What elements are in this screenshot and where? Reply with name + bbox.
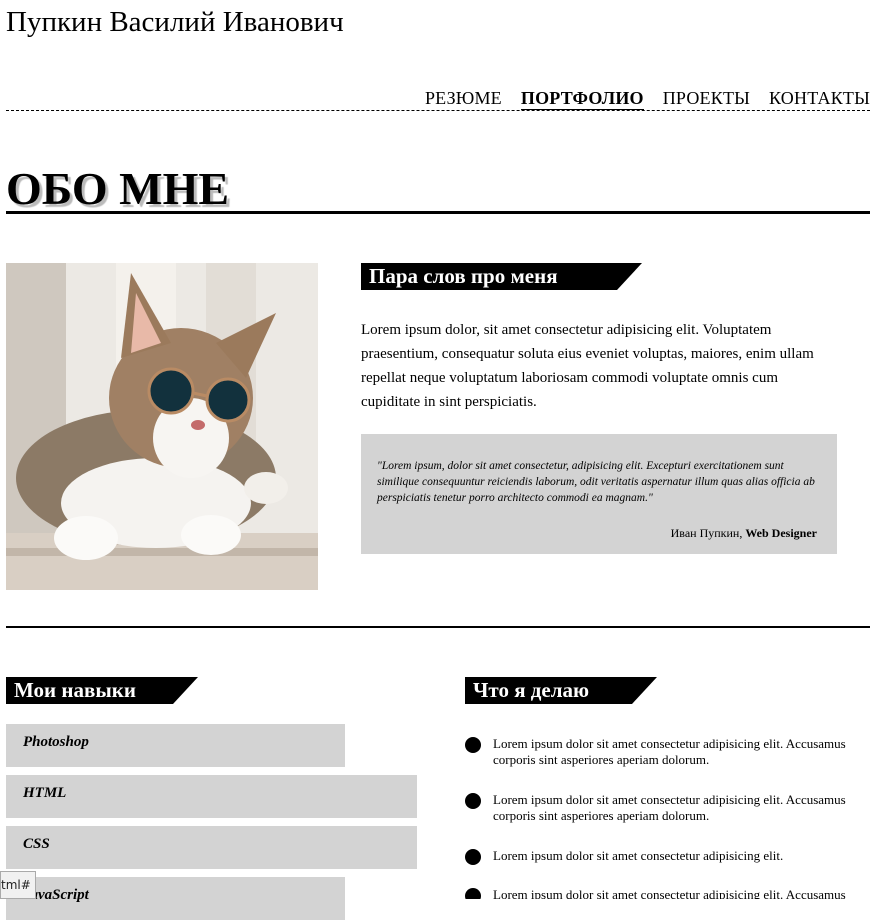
nav-item-portfolio[interactable]: ПОРТФОЛИО — [520, 88, 644, 110]
main-nav: РЕЗЮМЕ ПОРТФОЛИО ПРОЕКТЫ КОНТАКТЫ — [6, 88, 870, 111]
list-item: Lorem ipsum dolor sit amet consectetur a… — [465, 887, 870, 899]
doing-title: Что я делаю — [473, 678, 590, 702]
site-title: Пупкин Василий Иванович — [6, 6, 344, 38]
bullet-icon — [465, 737, 481, 753]
link-status-bar: tml# — [0, 871, 36, 899]
about-title: ОБО МНЕ — [6, 163, 230, 214]
bullet-icon — [465, 849, 481, 865]
about-divider — [6, 211, 870, 214]
skill-label: HTML — [23, 785, 67, 801]
nav-item-contacts[interactable]: КОНТАКТЫ — [769, 88, 870, 110]
nav-item-projects[interactable]: ПРОЕКТЫ — [663, 88, 750, 110]
skill-bar-photoshop: Photoshop — [6, 724, 345, 767]
list-item: Lorem ipsum dolor sit amet consectetur a… — [465, 792, 870, 826]
skills-title-tag: Мои навыки — [6, 677, 198, 704]
quote-text: "Lorem ipsum, dolor sit amet consectetur… — [377, 460, 815, 504]
profile-photo — [6, 263, 318, 590]
skill-label: CSS — [23, 836, 50, 852]
skill-label: Photoshop — [23, 734, 89, 750]
quote-author-role: Web Designer — [745, 526, 817, 540]
nav-item-resume[interactable]: РЕЗЮМЕ — [425, 88, 502, 110]
skill-bar-css: CSS — [6, 826, 417, 869]
doing-title-tag: Что я делаю — [465, 677, 657, 704]
about-subtitle: Пара слов про меня — [369, 264, 558, 288]
skills-title: Мои навыки — [14, 678, 136, 702]
bullet-icon — [465, 793, 481, 809]
about-text: Lorem ipsum dolor, sit amet consectetur … — [361, 322, 814, 410]
about-subtitle-tag: Пара слов про меня — [361, 263, 642, 290]
bullet-icon — [465, 888, 481, 899]
quote-author-name: Иван Пупкин, — [670, 526, 743, 540]
quote-box: "Lorem ipsum, dolor sit amet consectetur… — [361, 434, 837, 554]
list-item: Lorem ipsum dolor sit amet consectetur a… — [465, 848, 870, 866]
list-item: Lorem ipsum dolor sit amet consectetur a… — [465, 736, 870, 770]
quote-author: Иван Пупкин, Web Designer — [671, 526, 817, 541]
section-divider — [6, 626, 870, 628]
skill-bar-html: HTML — [6, 775, 417, 818]
